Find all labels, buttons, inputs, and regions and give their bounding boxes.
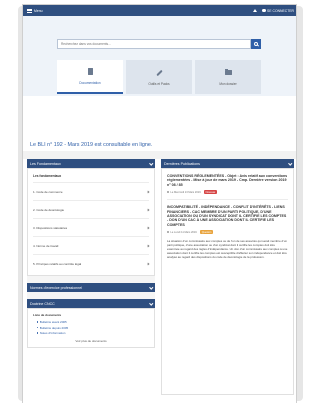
- section-divider: [23, 151, 296, 159]
- chevron-right-icon: [146, 190, 150, 193]
- publications-panel: CONVENTIONS RÉGLEMENTÉES - Objet : Avis …: [161, 168, 294, 395]
- cncc-header[interactable]: Doctrine CNCC: [27, 299, 155, 308]
- doc-link-label: Bulletins avant 2005: [39, 320, 67, 324]
- publications-header[interactable]: Dernières Publications: [161, 159, 294, 168]
- folder-icon: [224, 69, 232, 77]
- login-label: SE CONNECTER: [267, 8, 294, 13]
- fundamentals-panel: Les fondamentaux 1. Code de commerce 2. …: [27, 168, 155, 276]
- date-label: Le Lundi 11 Mars 2019: [170, 230, 197, 234]
- search-icon: [254, 42, 258, 46]
- doc-link-label: Bulletins depuis 2005: [39, 325, 69, 330]
- publication-date: Le Lundi 11 Mars 2019: [167, 231, 197, 234]
- tab-bar: Documentation Outils et Packs Mon dossie…: [57, 60, 261, 94]
- clock-icon: [167, 231, 170, 234]
- publication-meta: Le Lundi 11 Mars 2019 Question: [167, 230, 288, 235]
- tab-label: Documentation: [79, 80, 101, 85]
- chevron-right-icon: [146, 262, 150, 265]
- chevron-down-icon: [287, 161, 292, 165]
- panel-title: Normes d'exercice professionnel: [30, 285, 83, 290]
- normes-header[interactable]: Normes d'exercice professionnel: [27, 283, 155, 292]
- chevron-down-icon: [148, 161, 153, 165]
- list-item-label: 3. Dispositions statutaires: [33, 225, 68, 230]
- chevron-right-icon: [146, 226, 150, 229]
- clock-icon: [167, 191, 170, 194]
- search-bar: [57, 39, 261, 49]
- right-column: Dernières Publications CONVENTIONS RÉGLE…: [161, 159, 294, 395]
- menu-button[interactable]: Menu: [27, 8, 43, 13]
- doc-link[interactable]: Bulletins avant 2005: [37, 320, 149, 324]
- chevron-down-icon: [148, 285, 153, 289]
- home-icon[interactable]: [253, 9, 258, 12]
- spacer: [27, 292, 155, 299]
- cncc-panel: Liste de documents Bulletins avant 2005 …: [27, 308, 155, 348]
- spacer: [27, 276, 155, 283]
- doc-link-label: Notes d'information: [39, 331, 66, 335]
- panel-title: Doctrine CNCC: [30, 301, 55, 306]
- publication-title[interactable]: INCOMPATIBILITÉ - INDÉPENDANCE - CONFLIT…: [167, 205, 288, 227]
- list-item-label: 4. Norme de travail: [33, 243, 59, 248]
- doc-list-title: Liste de documents: [33, 313, 62, 317]
- search-button[interactable]: [251, 39, 261, 49]
- publication-excerpt: La situation d'un commissaire aux compte…: [167, 239, 288, 260]
- left-column: Les Fondamentaux Les fondamentaux 1. Cod…: [27, 159, 155, 348]
- tab-label: Mon dossier: [219, 81, 237, 86]
- publication-title[interactable]: CONVENTIONS RÉGLEMENTÉES - Objet : Avis …: [167, 174, 288, 187]
- tablet-frame: Menu SE CONNECTER Documentation: [0, 0, 318, 403]
- bullet-icon: [37, 332, 39, 334]
- top-bar: Menu SE CONNECTER: [23, 5, 296, 16]
- divider: [167, 199, 288, 201]
- login-button[interactable]: SE CONNECTER: [262, 9, 294, 13]
- bullet-icon: [37, 321, 39, 323]
- list-item[interactable]: 5. Principes relatifs au contrôle légal: [33, 254, 150, 272]
- user-icon: [262, 8, 266, 13]
- list-item-label: 1. Code de commerce: [33, 189, 63, 194]
- page: Menu SE CONNECTER Documentation: [22, 4, 297, 403]
- date-label: Le Mercredi 13 Mars 2019: [170, 190, 201, 194]
- search-input[interactable]: [57, 39, 251, 49]
- list-item[interactable]: 4. Norme de travail: [33, 236, 150, 254]
- doc-link[interactable]: Notes d'information: [37, 331, 149, 335]
- tab-tools[interactable]: Outils et Packs: [126, 60, 192, 94]
- list-item-label: 5. Principes relatifs au contrôle légal: [33, 261, 82, 266]
- document-icon: [86, 68, 94, 76]
- list-item-label: 2. Code de déontologie: [33, 207, 65, 212]
- list-title: Les fondamentaux: [33, 174, 62, 178]
- publication-meta: Le Mercredi 13 Mars 2019 Nouveau: [167, 190, 288, 195]
- bullet-icon: [37, 326, 39, 329]
- publication-date: Le Mercredi 13 Mars 2019: [167, 191, 201, 194]
- see-more-link[interactable]: Voir plus de documents: [33, 339, 149, 343]
- tab-documentation[interactable]: Documentation: [57, 60, 123, 94]
- list-item[interactable]: 1. Code de commerce: [33, 182, 150, 200]
- list-item[interactable]: 3. Dispositions statutaires: [33, 218, 150, 236]
- chevron-right-icon: [146, 244, 150, 247]
- tab-label: Outils et Packs: [148, 81, 170, 86]
- chevron-down-icon: [148, 301, 153, 305]
- panel-title: Les Fondamentaux: [30, 161, 61, 166]
- status-badge: Question: [199, 230, 214, 235]
- doc-link[interactable]: Bulletins depuis 2005: [37, 326, 149, 330]
- search-area: Documentation Outils et Packs Mon dossie…: [23, 16, 296, 96]
- tools-icon: [155, 69, 163, 77]
- announcement-title[interactable]: Le BLI n° 192 - Mars 2019 est consultabl…: [30, 142, 291, 148]
- chevron-right-icon: [146, 208, 150, 211]
- menu-label: Menu: [34, 8, 43, 13]
- hamburger-icon: [27, 8, 32, 13]
- status-badge: Nouveau: [203, 190, 218, 195]
- panel-title: Dernières Publications: [164, 161, 200, 166]
- tab-my-folder[interactable]: Mon dossier: [195, 60, 261, 94]
- list-item[interactable]: 2. Code de déontologie: [33, 200, 150, 218]
- fundamentals-header[interactable]: Les Fondamentaux: [27, 159, 155, 168]
